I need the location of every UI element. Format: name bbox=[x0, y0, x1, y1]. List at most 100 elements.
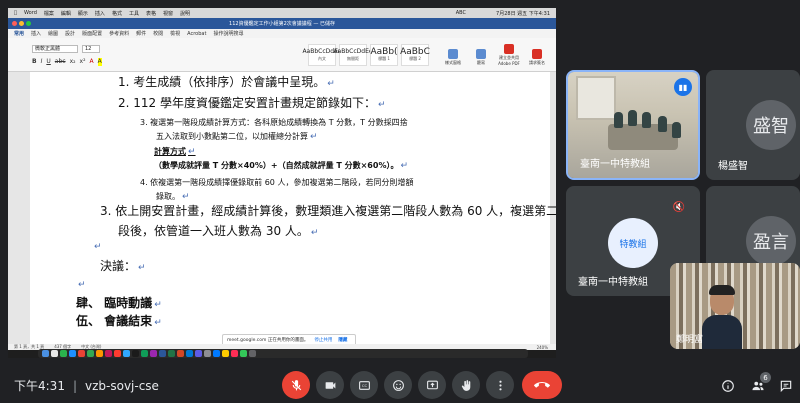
photoshop-icon[interactable] bbox=[123, 350, 130, 357]
menu-item[interactable]: 編輯 bbox=[61, 10, 71, 17]
photos-icon[interactable] bbox=[96, 350, 103, 357]
menu-item[interactable]: 檔案 bbox=[44, 10, 54, 17]
outlook-icon[interactable] bbox=[186, 350, 193, 357]
meeting-details-button[interactable] bbox=[718, 376, 738, 396]
menu-item[interactable]: 插入 bbox=[95, 10, 105, 17]
participant-tile-self[interactable]: 鄭明富 bbox=[670, 263, 800, 349]
style-no-spacing[interactable]: AaBbCcDdEe 無間距 bbox=[333, 44, 373, 66]
word-icon[interactable] bbox=[159, 350, 166, 357]
doc-line: 肆、 臨時動議 ↵ bbox=[76, 296, 162, 310]
signature-icon bbox=[532, 49, 542, 59]
strikethrough-button[interactable]: abc bbox=[55, 58, 66, 66]
chat-button[interactable] bbox=[776, 376, 796, 396]
participant-tile[interactable]: 盛智 楊盛智 bbox=[706, 70, 800, 180]
finder-icon[interactable] bbox=[42, 350, 49, 357]
menu-item[interactable]: Word bbox=[24, 10, 37, 16]
microphone-icon bbox=[476, 49, 486, 59]
menu-item[interactable]: 顯示 bbox=[78, 10, 88, 17]
mic-toggle-button[interactable] bbox=[282, 371, 310, 399]
highlight-button[interactable]: A bbox=[97, 58, 102, 66]
acrobat-icon[interactable] bbox=[114, 350, 121, 357]
tab-view[interactable]: 檢視 bbox=[170, 30, 180, 37]
dictate-button[interactable]: 聽寫 bbox=[470, 44, 492, 66]
tab-insert[interactable]: 插入 bbox=[31, 30, 41, 37]
tab-review[interactable]: 校閱 bbox=[153, 30, 163, 37]
request-signature-button[interactable]: 請求簽名 bbox=[526, 44, 548, 66]
line-icon[interactable] bbox=[60, 350, 67, 357]
document-title: 112資優鑑定工作小組第2次會議議程 — 已儲存 bbox=[229, 21, 335, 27]
document-page[interactable]: 1. 考生成績（依排序）於會議中呈現。 ↵ 2. 112 學年度資優鑑定安置計畫規… bbox=[30, 72, 556, 344]
tab-acrobat[interactable]: Acrobat bbox=[187, 31, 206, 37]
tab-home[interactable]: 常用 bbox=[14, 30, 24, 37]
more-vert-icon bbox=[498, 380, 502, 390]
participant-tile-active[interactable]: ▮▮ 臺南一中特教組 bbox=[566, 70, 700, 180]
participant-video bbox=[702, 285, 742, 349]
illustrator-icon[interactable] bbox=[105, 350, 112, 357]
menu-item[interactable]: 工具 bbox=[129, 10, 139, 17]
powerpoint-icon[interactable] bbox=[177, 350, 184, 357]
style-heading-1[interactable]: AaBb( 標題 1 bbox=[370, 44, 398, 66]
font-size-select[interactable]: 12 bbox=[82, 45, 100, 53]
menu-item[interactable]: 格式 bbox=[112, 10, 122, 17]
italic-button[interactable]: I bbox=[41, 58, 43, 66]
notes-icon[interactable] bbox=[222, 350, 229, 357]
participant-name: 臺南一中特教組 bbox=[578, 277, 648, 288]
premiere-icon[interactable] bbox=[150, 350, 157, 357]
tab-draw[interactable]: 繪圖 bbox=[48, 30, 58, 37]
present-button[interactable] bbox=[418, 371, 446, 399]
doc-line: 計算方式 ↵ bbox=[154, 147, 196, 157]
facetime-icon[interactable] bbox=[240, 350, 247, 357]
minimize-window-icon[interactable] bbox=[19, 21, 24, 26]
tab-layout[interactable]: 版面配置 bbox=[82, 30, 102, 37]
raise-hand-button[interactable] bbox=[452, 371, 480, 399]
menu-item[interactable]: 說明 bbox=[180, 10, 190, 17]
zoom-level[interactable]: 240% bbox=[537, 345, 548, 350]
subscript-button[interactable]: x₂ bbox=[70, 58, 76, 66]
sheets-icon[interactable] bbox=[141, 350, 148, 357]
font-color-button[interactable]: A bbox=[90, 58, 94, 66]
create-pdf-button[interactable]: 建立並共用 Adobe PDF bbox=[498, 44, 520, 66]
people-button[interactable]: 6 bbox=[748, 372, 771, 396]
reactions-button[interactable] bbox=[384, 371, 412, 399]
tell-me-search[interactable]: 操作說明搜尋 bbox=[213, 30, 243, 37]
trash-icon[interactable] bbox=[249, 350, 256, 357]
excel-icon[interactable] bbox=[168, 350, 175, 357]
safari-icon[interactable] bbox=[69, 350, 76, 357]
stop-sharing-button[interactable]: 停止共用 bbox=[314, 337, 332, 343]
close-window-icon[interactable] bbox=[12, 21, 17, 26]
lightroom-icon[interactable] bbox=[132, 350, 139, 357]
apple-icon[interactable]:  bbox=[14, 10, 17, 16]
ribbon-right-buttons: 樣式窗格 聽寫 建立並共用 Adobe PDF 請求簽名 bbox=[442, 44, 548, 66]
app-store-icon[interactable] bbox=[213, 350, 220, 357]
doc-line: 段後，依管道一入班人數為 30 人。 ↵ bbox=[118, 224, 319, 238]
input-source[interactable]: ABC bbox=[456, 10, 466, 16]
mic-off-icon bbox=[291, 379, 301, 390]
chrome-icon[interactable] bbox=[78, 350, 85, 357]
style-heading-2[interactable]: AaBbC 標題 2 bbox=[400, 44, 430, 66]
styles-pane-button[interactable]: 樣式窗格 bbox=[442, 44, 464, 66]
tab-references[interactable]: 參考資料 bbox=[109, 30, 129, 37]
leave-call-button[interactable] bbox=[522, 371, 562, 399]
camera-toggle-button[interactable] bbox=[316, 371, 344, 399]
zoom-window-icon[interactable] bbox=[26, 21, 31, 26]
avatar: 特教組 bbox=[608, 218, 658, 268]
video-person bbox=[614, 112, 623, 128]
underline-button[interactable]: U bbox=[46, 58, 50, 66]
font-name-select[interactable]: 微軟正黑體 bbox=[32, 45, 78, 53]
messages-icon[interactable] bbox=[87, 350, 94, 357]
menu-item[interactable]: 視窗 bbox=[163, 10, 173, 17]
document-area[interactable]: 1. 考生成績（依排序）於會議中呈現。 ↵ 2. 112 學年度資優鑑定安置計畫規… bbox=[8, 72, 556, 344]
menu-item[interactable]: 表格 bbox=[146, 10, 156, 17]
teams-icon[interactable] bbox=[195, 350, 202, 357]
bold-button[interactable]: B bbox=[32, 58, 37, 66]
launchpad-icon[interactable] bbox=[51, 350, 58, 357]
more-options-button[interactable] bbox=[486, 371, 514, 399]
hide-notice-button[interactable]: 隱藏 bbox=[338, 337, 347, 343]
tab-mailings[interactable]: 郵件 bbox=[136, 30, 146, 37]
style-normal[interactable]: AaBbCcDdEe 內文 bbox=[302, 44, 342, 66]
tab-design[interactable]: 設計 bbox=[65, 30, 75, 37]
music-icon[interactable] bbox=[231, 350, 238, 357]
superscript-button[interactable]: x² bbox=[80, 58, 86, 66]
captions-button[interactable]: CC bbox=[350, 371, 378, 399]
settings-icon[interactable] bbox=[204, 350, 211, 357]
